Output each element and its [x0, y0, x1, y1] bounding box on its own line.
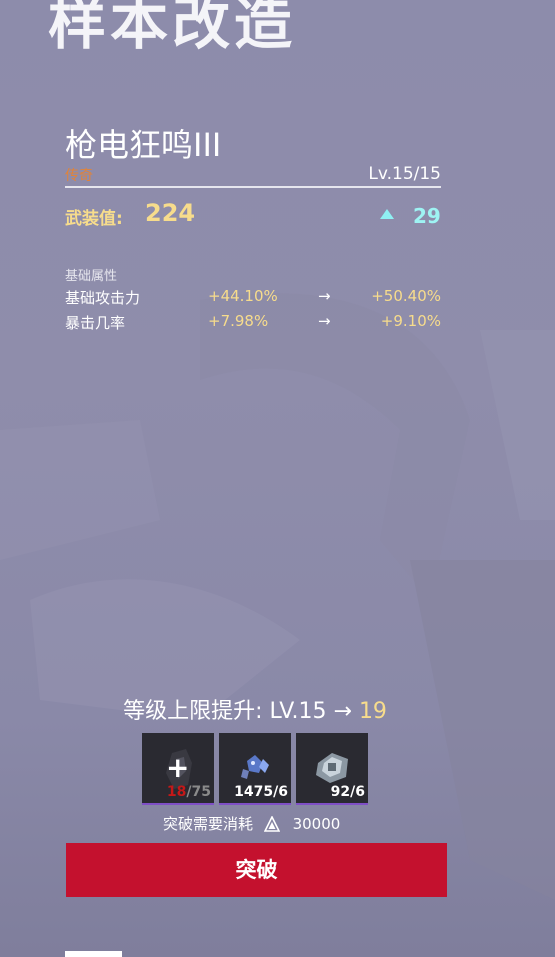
armor-increase: 29	[413, 204, 441, 228]
attribute-name: 基础攻击力	[65, 289, 141, 307]
attribute-to: +50.40%	[371, 287, 441, 305]
material-have: 18	[166, 784, 187, 800]
triangle-coin-icon	[263, 816, 280, 832]
armor-value: 224	[145, 199, 196, 227]
arrow-up-icon	[380, 209, 394, 219]
arrow-right-icon: →	[318, 287, 331, 305]
material-count: 1475/6	[234, 784, 288, 800]
material-slot-crystal[interactable]: 1475/6	[219, 733, 291, 805]
attribute-to: +9.10%	[380, 312, 441, 330]
material-count: 18/75	[167, 784, 211, 800]
weapon-rarity: 传奇	[65, 168, 93, 184]
material-need: /75	[186, 784, 211, 800]
breakthrough-button[interactable]: 突破	[66, 843, 447, 897]
cost-amount: 30000	[292, 815, 341, 833]
arrow-right-icon: →	[318, 312, 331, 330]
divider	[65, 186, 441, 188]
cost-label: 突破需要消耗	[163, 815, 254, 833]
attribute-from: +7.98%	[208, 312, 269, 330]
level-cap-text: 等级上限提升: LV.15 →	[123, 699, 359, 724]
corner-tab	[65, 951, 122, 957]
weapon-name: 枪电狂鸣III	[65, 126, 222, 164]
page-title: 样本改造	[48, 0, 297, 57]
attribute-row: 暴击几率 +7.98% → +9.10%	[65, 312, 441, 334]
material-count: 92/6	[330, 784, 365, 800]
material-slot-mech-part[interactable]: 92/6	[296, 733, 368, 805]
armor-label: 武装值:	[65, 209, 123, 229]
breakthrough-cost: 突破需要消耗 30000	[163, 813, 340, 834]
attribute-row: 基础攻击力 +44.10% → +50.40%	[65, 287, 441, 309]
level-cap-target: 19	[358, 699, 387, 724]
level-cap-increase: 等级上限提升: LV.15 → 19	[0, 693, 510, 725]
attributes-header: 基础属性	[65, 269, 118, 284]
attribute-name: 暴击几率	[65, 314, 126, 332]
material-slot-weapon-sample[interactable]: + 18/75	[142, 733, 214, 805]
weapon-level: Lv.15/15	[368, 164, 441, 184]
add-icon[interactable]: +	[166, 754, 189, 782]
attribute-from: +44.10%	[208, 287, 278, 305]
